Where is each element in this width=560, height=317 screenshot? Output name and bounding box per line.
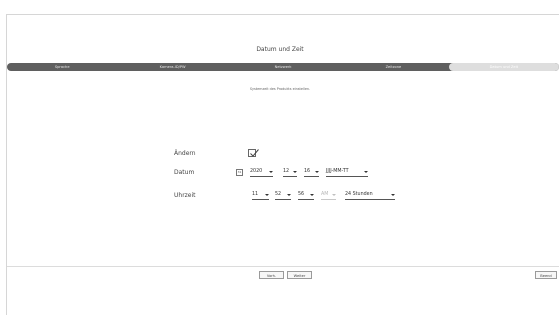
- year-value: 2020: [250, 169, 263, 174]
- chevron-down-icon: [265, 194, 269, 196]
- change-label: Ändern: [174, 150, 196, 157]
- tab-sprache[interactable]: Sprache: [7, 63, 117, 71]
- ampm-value: AM: [321, 192, 329, 197]
- time-format-value: 24 Stunden: [345, 192, 373, 197]
- chevron-down-icon: [269, 171, 273, 173]
- hour-select[interactable]: 11: [252, 191, 269, 200]
- chevron-down-icon: [364, 171, 368, 173]
- date-label: Datum: [174, 169, 195, 176]
- date-format-value: JJJJ-MM-TT: [326, 169, 349, 174]
- time-label: Uhrzeit: [174, 192, 196, 199]
- chevron-down-icon: [287, 194, 291, 196]
- chevron-down-icon: [315, 171, 319, 173]
- wizard-tab-bar: Sprache Kamera-ID/PW Netzwerk Zeitzone D…: [7, 63, 559, 71]
- footer-divider: [7, 266, 559, 267]
- second-value: 56: [298, 192, 305, 197]
- window-frame: [6, 14, 559, 315]
- page-subtitle: Systemzeit des Produkts einstellen.: [249, 87, 311, 91]
- minute-select[interactable]: 52: [275, 191, 291, 200]
- ampm-select: AM: [321, 191, 336, 200]
- next-button[interactable]: Weiter: [287, 271, 312, 279]
- date-format-select[interactable]: JJJJ-MM-TT: [326, 168, 368, 177]
- minute-value: 52: [275, 192, 282, 197]
- month-select[interactable]: 12: [283, 168, 297, 177]
- chevron-down-icon: [332, 194, 336, 196]
- chevron-down-icon: [391, 194, 395, 196]
- day-select[interactable]: 16: [304, 168, 319, 177]
- chevron-down-icon: [310, 194, 314, 196]
- change-checkbox[interactable]: [248, 149, 259, 157]
- tab-datum-und-zeit[interactable]: Datum und Zeit: [448, 63, 559, 71]
- second-select[interactable]: 56: [298, 191, 314, 200]
- checkmark-icon: [250, 149, 259, 157]
- previous-button[interactable]: Vorh.: [259, 271, 284, 279]
- chevron-down-icon: [293, 171, 297, 173]
- finish-button[interactable]: Beend: [535, 271, 557, 279]
- tab-kamera-id-pw[interactable]: Kamera-ID/PW: [117, 63, 227, 71]
- tab-zeitzone[interactable]: Zeitzone: [338, 63, 448, 71]
- tab-netzwerk[interactable]: Netzwerk: [228, 63, 338, 71]
- calendar-icon[interactable]: 31: [236, 169, 243, 176]
- day-value: 16: [304, 169, 311, 174]
- year-select[interactable]: 2020: [250, 168, 273, 177]
- page-title: Datum und Zeit: [256, 46, 304, 53]
- month-value: 12: [283, 169, 290, 174]
- hour-value: 11: [252, 192, 259, 197]
- time-format-select[interactable]: 24 Stunden: [345, 191, 395, 200]
